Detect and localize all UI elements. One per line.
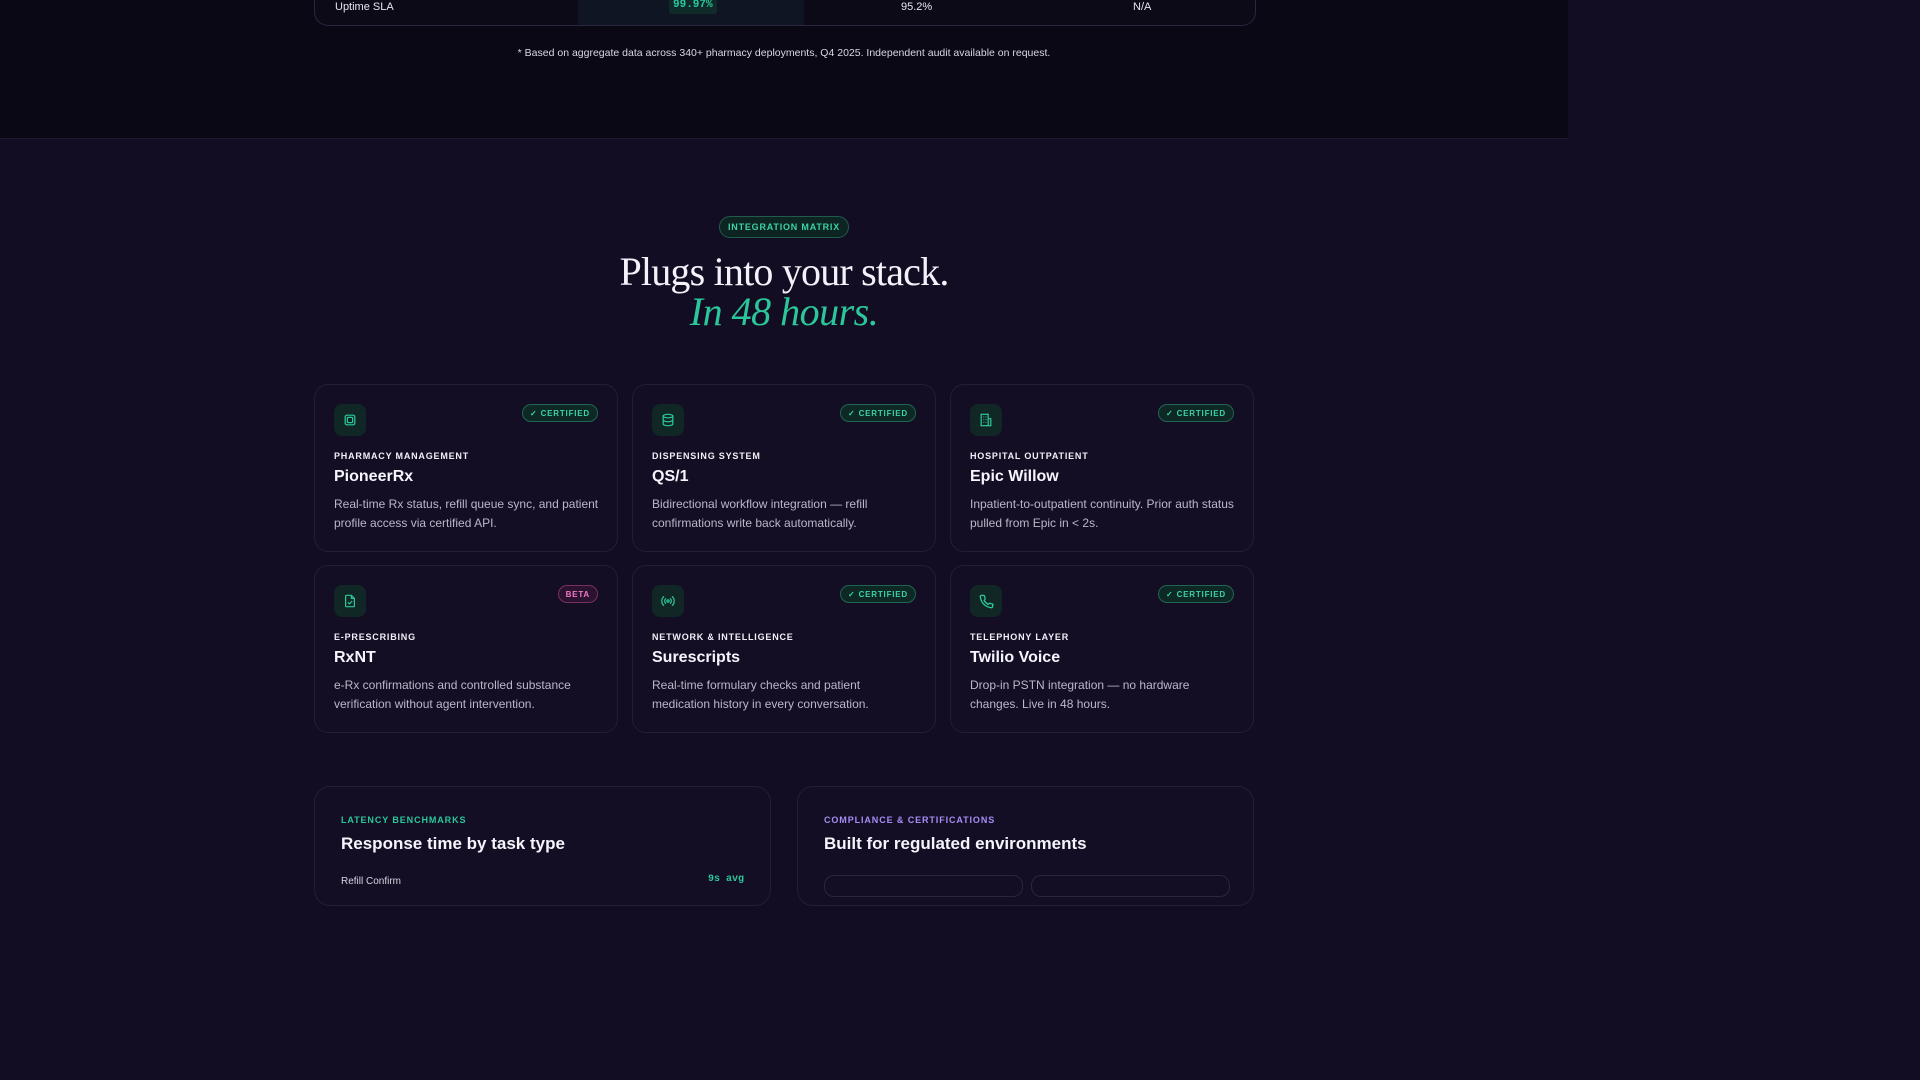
latency-title: Response time by task type bbox=[341, 834, 565, 853]
integration-card-rxnt[interactable]: BETA E-PRESCRIBING RxNT e-Rx confirmatio… bbox=[314, 565, 618, 733]
card-description: Inpatient-to-outpatient continuity. Prio… bbox=[970, 497, 1234, 530]
latency-row-value: 9s avg bbox=[707, 874, 744, 885]
card-description: Real-time formulary checks and patient m… bbox=[652, 678, 869, 711]
certification-chip bbox=[824, 875, 1023, 897]
comparison-table: Uptime SLA 99.97% 95.2% N/A bbox=[314, 0, 1256, 26]
row-label-uptime-sla: Uptime SLA bbox=[335, 1, 394, 13]
card-category: DISPENSING SYSTEM bbox=[652, 451, 761, 461]
uptime-value-ours: 99.97% bbox=[669, 0, 717, 14]
latency-benchmarks-panel: LATENCY BENCHMARKS Response time by task… bbox=[314, 786, 771, 906]
integration-card-pioneerrx[interactable]: ✓ CERTIFIED PHARMACY MANAGEMENT PioneerR… bbox=[314, 384, 618, 552]
uptime-value-competitor-a: 95.2% bbox=[901, 1, 933, 13]
integration-card-epic-willow[interactable]: ✓ CERTIFIED HOSPITAL OUTPATIENT Epic Wil… bbox=[950, 384, 1254, 552]
latency-eyebrow: LATENCY BENCHMARKS bbox=[341, 815, 467, 825]
section-headline: Plugs into your stack. bbox=[619, 249, 949, 294]
certification-chip bbox=[1031, 875, 1230, 897]
card-title: Epic Willow bbox=[970, 468, 1059, 485]
card-description: Drop-in PSTN integration — no hardware c… bbox=[970, 678, 1190, 711]
card-category: TELEPHONY LAYER bbox=[970, 632, 1070, 642]
card-category: NETWORK & INTELLIGENCE bbox=[652, 632, 794, 642]
file-check-icon bbox=[334, 585, 366, 617]
building-icon bbox=[970, 404, 1002, 436]
compliance-panel: COMPLIANCE & CERTIFICATIONS Built for re… bbox=[797, 786, 1254, 906]
comparison-section: Uptime SLA 99.97% 95.2% N/A * Based on a… bbox=[0, 0, 1568, 139]
card-description: Bidirectional workflow integration — ref… bbox=[652, 497, 868, 530]
uptime-value-competitor-b: N/A bbox=[1133, 1, 1152, 13]
card-description: Real-time Rx status, refill queue sync, … bbox=[334, 497, 599, 530]
broadcast-icon bbox=[652, 585, 684, 617]
comparison-footnote: * Based on aggregate data across 340+ ph… bbox=[517, 47, 1051, 59]
integration-eyebrow: INTEGRATION MATRIX bbox=[719, 216, 849, 238]
compliance-title: Built for regulated environments bbox=[824, 834, 1087, 853]
card-title: QS/1 bbox=[652, 468, 689, 485]
phone-icon bbox=[970, 585, 1002, 617]
certified-badge: ✓ CERTIFIED bbox=[1158, 404, 1234, 422]
card-title: PioneerRx bbox=[334, 468, 414, 485]
card-category: PHARMACY MANAGEMENT bbox=[334, 451, 470, 461]
certified-badge: ✓ CERTIFIED bbox=[1158, 585, 1234, 603]
card-title: Twilio Voice bbox=[970, 649, 1061, 666]
card-description: e-Rx confirmations and controlled substa… bbox=[334, 678, 571, 711]
chip-icon bbox=[334, 404, 366, 436]
integration-card-surescripts[interactable]: ✓ CERTIFIED NETWORK & INTELLIGENCE Sures… bbox=[632, 565, 936, 733]
certified-badge: ✓ CERTIFIED bbox=[522, 404, 598, 422]
certified-badge: ✓ CERTIFIED bbox=[840, 585, 916, 603]
integration-card-qs1[interactable]: ✓ CERTIFIED DISPENSING SYSTEM QS/1 Bidir… bbox=[632, 384, 936, 552]
latency-row-label: Refill Confirm bbox=[341, 876, 402, 887]
beta-badge: BETA bbox=[557, 585, 598, 603]
database-icon bbox=[652, 404, 684, 436]
card-title: Surescripts bbox=[652, 649, 741, 666]
certified-badge: ✓ CERTIFIED bbox=[840, 404, 916, 422]
card-category: E-PRESCRIBING bbox=[334, 632, 416, 642]
section-headline-accent: In 48 hours. bbox=[689, 289, 879, 334]
card-category: HOSPITAL OUTPATIENT bbox=[970, 451, 1089, 461]
compliance-eyebrow: COMPLIANCE & CERTIFICATIONS bbox=[824, 815, 996, 825]
integration-card-twilio-voice[interactable]: ✓ CERTIFIED TELEPHONY LAYER Twilio Voice… bbox=[950, 565, 1254, 733]
card-title: RxNT bbox=[334, 649, 376, 666]
